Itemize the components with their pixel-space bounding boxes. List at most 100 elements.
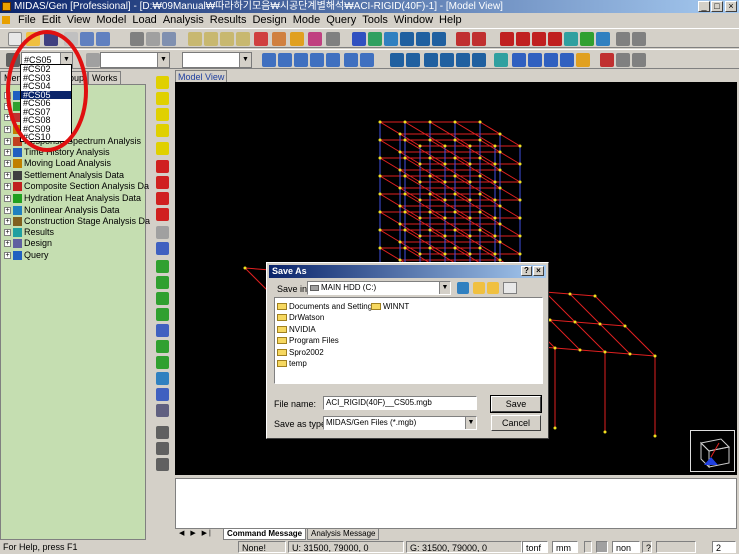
load-case-combo[interactable]: ▼ bbox=[100, 52, 170, 68]
chevron-down-icon[interactable] bbox=[584, 541, 592, 553]
zoom-pointer-icon[interactable] bbox=[156, 426, 169, 439]
support-icon[interactable] bbox=[494, 53, 508, 67]
copy-icon[interactable] bbox=[344, 53, 358, 67]
mesh-icon[interactable] bbox=[390, 53, 404, 67]
cancel-button[interactable]: Cancel bbox=[491, 415, 541, 431]
arrow-left-icon[interactable] bbox=[156, 160, 169, 173]
menu-tools[interactable]: Tools bbox=[359, 13, 391, 28]
minimize-button[interactable]: _ bbox=[698, 1, 710, 12]
rotate-elem-icon[interactable] bbox=[472, 53, 486, 67]
folder-item[interactable]: WINNT bbox=[371, 302, 409, 312]
shrink-icon[interactable] bbox=[500, 32, 514, 46]
fill-icon[interactable] bbox=[548, 32, 562, 46]
view-front-icon[interactable] bbox=[416, 32, 430, 46]
tab-analysis-message[interactable]: Analysis Message bbox=[307, 529, 380, 540]
menu-mode[interactable]: Mode bbox=[290, 13, 324, 28]
tree-item-construction-stage[interactable]: + Construction Stage Analysis Da bbox=[1, 216, 150, 227]
maximize-button[interactable]: □ bbox=[711, 1, 723, 12]
arrow-up-icon[interactable] bbox=[156, 192, 169, 205]
select-polygon-icon[interactable] bbox=[290, 32, 304, 46]
intersect-icon[interactable] bbox=[424, 53, 438, 67]
new-folder-icon[interactable] bbox=[487, 282, 499, 294]
zoom-prev-icon[interactable] bbox=[156, 124, 169, 137]
menu-analysis[interactable]: Analysis bbox=[160, 13, 207, 28]
pan-icon[interactable] bbox=[384, 32, 398, 46]
perspective-icon[interactable] bbox=[516, 32, 530, 46]
tree-item-nonlinear[interactable]: + Nonlinear Analysis Data bbox=[1, 205, 120, 216]
folder-item[interactable]: Program Files bbox=[277, 336, 339, 346]
close-button[interactable]: × bbox=[725, 1, 737, 12]
move-icon[interactable] bbox=[360, 53, 374, 67]
save-as-type-combo[interactable]: MIDAS/Gen Files (*.mgb) ▼ bbox=[323, 416, 477, 430]
tree-item-results[interactable]: + Results bbox=[1, 227, 54, 238]
save-in-combo[interactable]: MAIN HDD (C:) ▼ bbox=[307, 281, 451, 295]
snap-toggle-icon[interactable] bbox=[596, 541, 608, 553]
menu-model[interactable]: Model bbox=[93, 13, 129, 28]
tree-item-composite-section[interactable]: + Composite Section Analysis Da bbox=[1, 181, 149, 192]
chevron-down-icon[interactable]: ▼ bbox=[157, 53, 169, 67]
node-icon[interactable] bbox=[262, 53, 276, 67]
extrude-icon[interactable] bbox=[456, 53, 470, 67]
chevron-down-icon[interactable]: ▼ bbox=[239, 53, 251, 67]
front-view-icon[interactable] bbox=[156, 276, 169, 289]
menu-query[interactable]: Query bbox=[323, 13, 359, 28]
tree-item-moving-load[interactable]: + Moving Load Analysis bbox=[1, 158, 111, 169]
dialog-close-button[interactable]: × bbox=[533, 266, 544, 276]
beam-icon[interactable] bbox=[294, 53, 308, 67]
zoom-fit-icon[interactable] bbox=[352, 32, 366, 46]
unselect-icon[interactable] bbox=[326, 32, 340, 46]
rotate-icon[interactable] bbox=[400, 32, 414, 46]
menu-load[interactable]: Load bbox=[129, 13, 159, 28]
divide-icon[interactable] bbox=[406, 53, 420, 67]
menu-window[interactable]: Window bbox=[391, 13, 436, 28]
unit-combo[interactable]: ▼ bbox=[182, 52, 252, 68]
ruler-icon[interactable] bbox=[156, 226, 169, 239]
light-source-icon[interactable] bbox=[156, 404, 169, 417]
command-message-pane[interactable] bbox=[175, 478, 737, 529]
hidden-icon[interactable] bbox=[532, 32, 546, 46]
preview-icon[interactable] bbox=[146, 32, 160, 46]
tree-item-settlement[interactable]: + Settlement Analysis Data bbox=[1, 170, 124, 181]
pan-pointer-icon[interactable] bbox=[156, 442, 169, 455]
pin-icon[interactable] bbox=[616, 53, 630, 67]
offset-icon[interactable] bbox=[560, 53, 574, 67]
view-top-icon[interactable] bbox=[432, 32, 446, 46]
zoom-all-icon[interactable] bbox=[156, 142, 169, 155]
rotate-x-icon[interactable] bbox=[156, 324, 169, 337]
rotate-y-icon[interactable] bbox=[156, 340, 169, 353]
move-pointer-icon[interactable] bbox=[156, 458, 169, 471]
zoom-window-icon[interactable] bbox=[368, 32, 382, 46]
light-icon[interactable] bbox=[580, 32, 594, 46]
menu-design[interactable]: Design bbox=[249, 13, 289, 28]
tab-command-message[interactable]: Command Message bbox=[223, 529, 307, 540]
tree-item-query[interactable]: + Query bbox=[1, 250, 49, 261]
chevron-down-icon[interactable]: ▼ bbox=[439, 282, 450, 294]
select-icon[interactable] bbox=[254, 32, 268, 46]
arrow-down-icon[interactable] bbox=[156, 208, 169, 221]
display-icon[interactable] bbox=[564, 32, 578, 46]
render-g-icon[interactable] bbox=[472, 32, 486, 46]
plate-icon[interactable] bbox=[310, 53, 324, 67]
view-angle-icon[interactable] bbox=[156, 388, 169, 401]
folder-item[interactable]: Spro2002 bbox=[277, 348, 324, 358]
length-unit-select[interactable]: mm bbox=[552, 541, 578, 553]
snap-icon[interactable] bbox=[204, 32, 218, 46]
help-pointer-icon[interactable] bbox=[162, 32, 176, 46]
merge-icon[interactable] bbox=[440, 53, 454, 67]
folder-item[interactable]: temp bbox=[277, 359, 307, 369]
folder-item[interactable]: Documents and Settings bbox=[277, 302, 376, 312]
print-icon[interactable] bbox=[130, 32, 144, 46]
save-button[interactable]: Save bbox=[490, 395, 542, 413]
render-u-icon[interactable] bbox=[456, 32, 470, 46]
load-icon[interactable] bbox=[576, 53, 590, 67]
lock-small-icon[interactable] bbox=[632, 53, 646, 67]
grid-icon[interactable] bbox=[188, 32, 202, 46]
file-name-input[interactable]: ACI_RIGID(40F)__CS05.mgb bbox=[323, 396, 477, 410]
rotate-z-icon[interactable] bbox=[156, 356, 169, 369]
axis-icon[interactable] bbox=[156, 242, 169, 255]
menu-help[interactable]: Help bbox=[436, 13, 465, 28]
select-intersect-icon[interactable] bbox=[308, 32, 322, 46]
view-menu-icon[interactable] bbox=[503, 282, 517, 294]
back-icon[interactable] bbox=[457, 282, 469, 294]
force-unit-select[interactable]: tonf bbox=[522, 541, 548, 553]
